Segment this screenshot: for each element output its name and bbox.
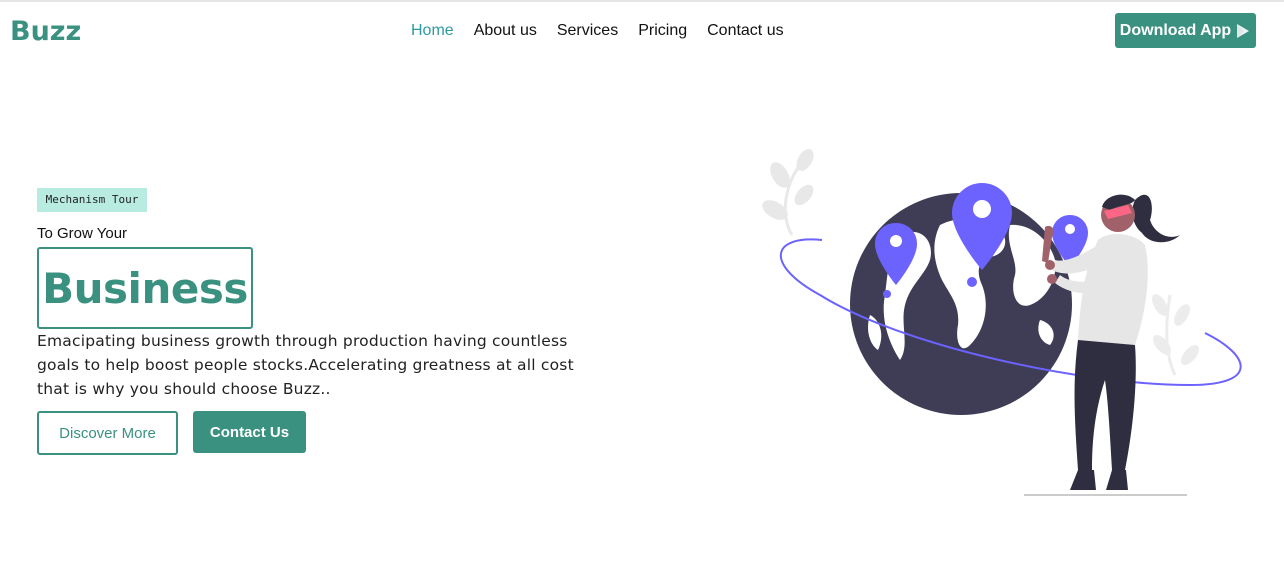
play-store-icon <box>1237 23 1250 38</box>
nav-item-pricing[interactable]: Pricing <box>638 20 687 42</box>
hero-tag: Mechanism Tour <box>37 188 147 212</box>
nav-item-services[interactable]: Services <box>557 20 618 42</box>
contact-us-button[interactable]: Contact Us <box>193 411 306 453</box>
discover-more-button[interactable]: Discover More <box>37 411 178 455</box>
nav-item-contact-us[interactable]: Contact us <box>707 20 783 42</box>
hero-illustration <box>762 149 1242 496</box>
nav-item-home[interactable]: Home <box>411 20 454 42</box>
hero-title: Business <box>42 263 248 313</box>
hero-description: Emacipating business growth through prod… <box>37 332 574 398</box>
hero-pre-title: To Grow Your <box>37 225 128 242</box>
nav-item-about-us[interactable]: About us <box>474 20 537 42</box>
top-border <box>0 0 1284 2</box>
main-nav: Home About us Services Pricing Contact u… <box>411 20 784 42</box>
hero-title-box: Business <box>37 247 253 329</box>
brand-logo[interactable]: Buzz <box>10 14 81 50</box>
download-app-button[interactable]: Download App <box>1115 13 1256 48</box>
download-app-label: Download App <box>1119 21 1232 39</box>
leaf-decoration-right <box>1152 294 1199 376</box>
leaf-decoration-left <box>762 149 814 236</box>
